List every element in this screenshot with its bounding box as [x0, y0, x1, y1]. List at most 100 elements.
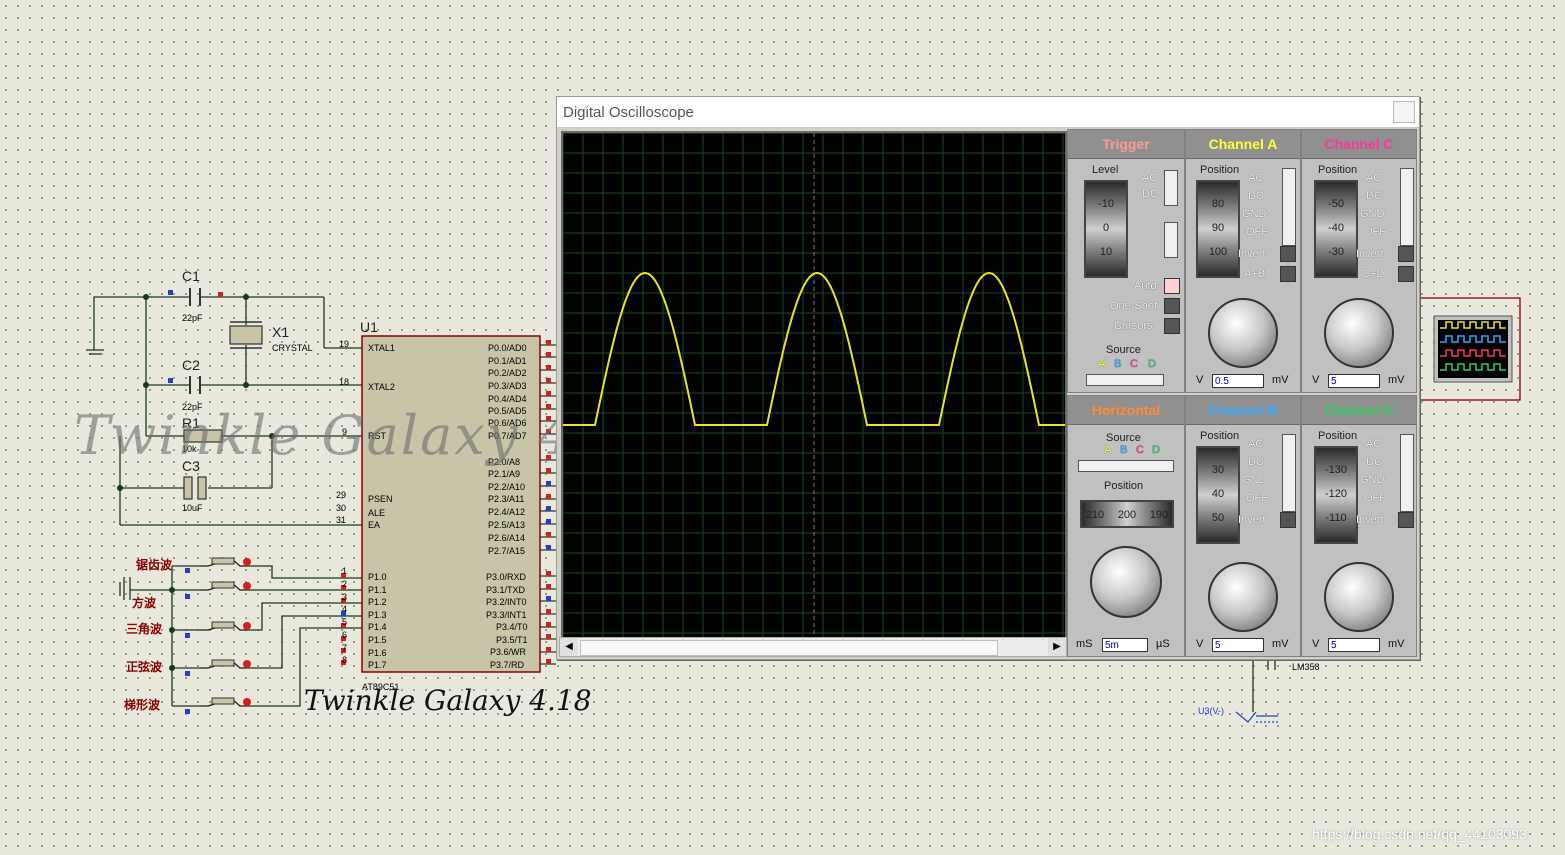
horizontal-source-b: B [1120, 444, 1128, 456]
pin-name: P0.4/AD4 [488, 394, 527, 404]
channel-a-add-button[interactable] [1280, 266, 1296, 282]
cursors-button[interactable] [1164, 318, 1180, 334]
channel-d-volts-knob[interactable] [1324, 562, 1394, 632]
channel-d-panel: Channel D Position -130 -120 -110 AC DC … [1301, 395, 1417, 657]
channel-a-panel: Channel A Position 80 90 100 AC DC GND O… [1185, 129, 1301, 393]
channel-b-panel: Channel B Position 30 40 50 AC DC GND OF… [1185, 395, 1301, 657]
trigger-level-drum[interactable]: -10 0 10 [1084, 180, 1128, 278]
pin-name: XTAL1 [368, 343, 395, 353]
channel-d-value-field[interactable]: 5 [1328, 638, 1380, 652]
pin-name: P2.3/A11 [488, 494, 525, 504]
channel-d-ac: AC [1366, 438, 1382, 450]
pin-name: P0.1/AD1 [488, 356, 527, 366]
channel-d-position-drum[interactable]: -130 -120 -110 [1314, 446, 1358, 544]
one-shot-button[interactable] [1164, 298, 1180, 314]
channel-b-invert-button[interactable] [1280, 512, 1296, 528]
channel-c-panel: Channel C Position -50 -40 -30 AC DC GND… [1301, 129, 1417, 393]
pin-name: P3.6/WR [490, 647, 527, 657]
channel-a-extra-label: A+B [1244, 268, 1266, 280]
close-button[interactable] [1393, 101, 1415, 123]
channel-a-volts-knob[interactable] [1208, 298, 1278, 368]
horizontal-position-drum[interactable]: 210 200 190 [1080, 500, 1174, 528]
channel-a-position-label: Position [1200, 164, 1240, 176]
channel-d-invert-button[interactable] [1398, 512, 1414, 528]
oscilloscope-window[interactable]: Digital Oscilloscope ◀ ▶ Trigger Level -… [556, 96, 1420, 660]
window-title: Digital Oscilloscope [563, 104, 694, 121]
channel-b-title: Channel B [1186, 396, 1300, 425]
channel-b-value-field[interactable]: 5 [1212, 638, 1264, 652]
channel-b-coupling-slider[interactable] [1282, 434, 1296, 512]
pin-num: 30 [336, 503, 347, 513]
channel-c-ac: AC [1366, 172, 1382, 184]
channel-c-position-drum[interactable]: -50 -40 -30 [1314, 180, 1358, 278]
channel-b-position-drum[interactable]: 30 40 50 [1196, 446, 1240, 544]
channel-c-volts-knob[interactable] [1324, 298, 1394, 368]
channel-c-value-field[interactable]: 5 [1328, 374, 1380, 388]
trigger-panel: Trigger Level -10 0 10 AC DC Auto One-Sh… [1067, 129, 1185, 393]
channel-a-coupling-slider[interactable] [1282, 168, 1296, 246]
horizontal-value-field[interactable]: 5m [1102, 638, 1148, 652]
pin-name: P1.7 [368, 660, 387, 670]
channel-a-unit-right: mV [1272, 374, 1289, 386]
pin-name: P2.1/A9 [488, 469, 521, 479]
pin-name: P2.2/A10 [488, 482, 526, 492]
horizontal-scrollbar[interactable]: ◀ ▶ [559, 637, 1067, 657]
channel-c-gnd: GND [1360, 208, 1385, 220]
channel-a-invert-label: Invert [1238, 248, 1266, 260]
trigger-source-c: C [1130, 358, 1138, 370]
pin-name: P1.0 [368, 572, 387, 582]
csdn-watermark: https://blog.csdn.net/qq_44103093 [1312, 826, 1527, 842]
channel-d-coupling-slider[interactable] [1400, 434, 1414, 512]
level-label: Level [1092, 164, 1119, 176]
sine-button-label: 正弦波 [126, 660, 163, 674]
channel-c-extra-label: C+D [1362, 268, 1385, 280]
channel-b-volts-knob[interactable] [1208, 562, 1278, 632]
scroll-left-icon[interactable]: ◀ [560, 638, 578, 656]
trigger-title: Trigger [1068, 130, 1184, 159]
channel-b-off: OFF [1246, 492, 1268, 504]
scroll-right-icon[interactable]: ▶ [1048, 638, 1066, 656]
triangle-button-label: 三角波 [126, 622, 163, 636]
channel-c-coupling-slider[interactable] [1400, 168, 1414, 246]
pin-name: P2.5/A13 [488, 520, 526, 530]
pin-name: P2.6/A14 [488, 533, 526, 543]
channel-d-dc: DC [1366, 456, 1382, 468]
channel-b-invert-label: Invert [1238, 514, 1266, 526]
auto-button[interactable] [1164, 278, 1180, 294]
channel-b-unit-right: mV [1272, 638, 1289, 650]
pin-name: P3.7/RD [490, 660, 525, 670]
channel-c-add-button[interactable] [1398, 266, 1414, 282]
channel-a-position-drum[interactable]: 80 90 100 [1196, 180, 1240, 278]
trigger-source-label: Source [1106, 344, 1141, 356]
horizontal-source-slider[interactable] [1078, 460, 1174, 472]
pin-name: P0.2/AD2 [488, 368, 527, 378]
pin-name: P1.3 [368, 610, 387, 620]
pin-num: 19 [339, 339, 350, 349]
channel-b-dc: DC [1248, 456, 1264, 468]
channel-a-invert-button[interactable] [1280, 246, 1296, 262]
pin-name: P2.4/A12 [488, 507, 526, 517]
pin-name: P1.1 [368, 585, 387, 595]
channel-a-value-field[interactable]: 0.5 [1212, 374, 1264, 388]
channel-c-off: OFF [1364, 226, 1386, 238]
trigger-edge-slider[interactable] [1164, 222, 1178, 258]
trigger-source-slider[interactable] [1086, 374, 1164, 386]
scroll-thumb[interactable] [580, 640, 998, 656]
c1-value: 22pF [182, 313, 203, 323]
channel-a-off: OFF [1246, 226, 1268, 238]
channel-d-off: OFF [1364, 492, 1386, 504]
pin-num: 8 [342, 655, 348, 665]
horizontal-title: Horizontal [1068, 396, 1184, 425]
window-titlebar[interactable]: Digital Oscilloscope [557, 97, 1419, 128]
signature-text: Twinkle Galaxy 4.18 [304, 684, 592, 717]
pin-name: XTAL2 [368, 382, 395, 392]
channel-c-invert-button[interactable] [1398, 246, 1414, 262]
ac-label: AC [1142, 172, 1158, 184]
u1-label: U1 [360, 319, 378, 335]
trigger-coupling-slider[interactable] [1164, 170, 1178, 206]
pin-name: EA [368, 520, 381, 530]
pin-num: 1 [342, 566, 348, 576]
sawtooth-button-label: 锯齿波 [136, 558, 173, 572]
horizontal-timebase-knob[interactable] [1090, 546, 1162, 618]
channel-a-gnd: GND [1242, 208, 1267, 220]
